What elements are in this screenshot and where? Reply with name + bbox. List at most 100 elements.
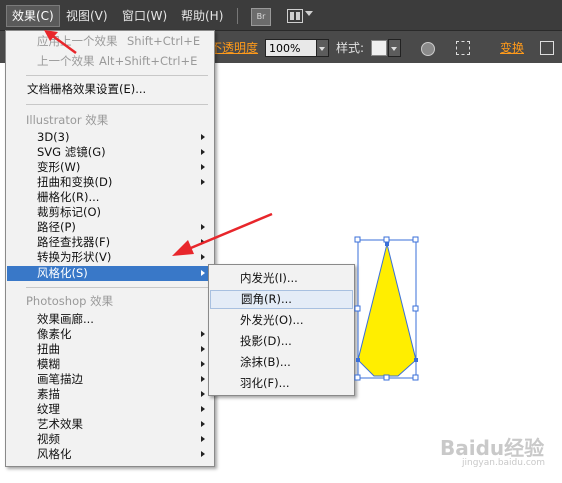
shortcut-label: Alt+Shift+Ctrl+E bbox=[99, 54, 198, 68]
menu-item-rasterize[interactable]: 栅格化(R)... bbox=[7, 190, 213, 205]
submenu-arrow-icon bbox=[201, 270, 205, 276]
submenu-arrow-icon bbox=[201, 376, 205, 382]
handle-top-right[interactable] bbox=[412, 236, 419, 243]
menu-item-svg-filters[interactable]: SVG 滤镜(G) bbox=[7, 145, 213, 160]
menu-item-3d[interactable]: 3D(3) bbox=[7, 130, 213, 145]
menu-item-label: 素描 bbox=[37, 387, 60, 401]
menu-item-label: 画笔描边 bbox=[37, 372, 83, 386]
menu-item-label: 变形(W) bbox=[37, 160, 81, 174]
menu-item-pixelate[interactable]: 像素化 bbox=[7, 327, 213, 342]
arrow-shaft bbox=[49, 32, 77, 55]
menu-item-label: 涂抹(B)... bbox=[240, 355, 291, 369]
menu-item-label: 转换为形状(V) bbox=[37, 250, 112, 264]
menu-item-label: SVG 滤镜(G) bbox=[37, 145, 106, 159]
menu-item-artistic[interactable]: 艺术效果 bbox=[7, 417, 213, 432]
menu-item-round-corners[interactable]: 圆角(R)... bbox=[210, 290, 353, 309]
menu-item-label: 像素化 bbox=[37, 327, 72, 341]
menu-item-doc-raster-settings[interactable]: 文档栅格效果设置(E)... bbox=[7, 82, 213, 97]
menu-item-label: 路径(P) bbox=[37, 220, 76, 234]
section-photoshop-effects: Photoshop 效果 bbox=[26, 294, 114, 308]
menu-item-warp[interactable]: 变形(W) bbox=[7, 160, 213, 175]
menu-divider bbox=[26, 104, 208, 105]
recolor-icon[interactable] bbox=[421, 42, 435, 56]
menu-item-label: 裁剪标记(O) bbox=[37, 205, 102, 219]
handle-bottom-left[interactable] bbox=[354, 374, 361, 381]
menu-view[interactable]: 视图(V) bbox=[61, 6, 113, 26]
anchor-point bbox=[385, 242, 389, 246]
arrow-shaft bbox=[185, 212, 273, 252]
handle-middle-right[interactable] bbox=[412, 305, 419, 312]
handle-bottom-right[interactable] bbox=[412, 374, 419, 381]
submenu-arrow-icon bbox=[201, 149, 205, 155]
menu-item-label: 效果画廊... bbox=[37, 312, 94, 326]
menu-item-label: 投影(D)... bbox=[240, 334, 292, 348]
menu-divider bbox=[26, 75, 208, 76]
handle-top-center[interactable] bbox=[383, 236, 390, 243]
watermark-url: jingyan.baidu.com bbox=[462, 458, 546, 468]
submenu-arrow-icon bbox=[201, 134, 205, 140]
opacity-dropdown[interactable] bbox=[316, 39, 329, 57]
chevron-down-icon[interactable] bbox=[305, 11, 313, 16]
menu-item-stylize-photoshop[interactable]: 风格化 bbox=[7, 447, 213, 462]
menu-item-stylize[interactable]: 风格化(S) bbox=[7, 266, 213, 281]
menu-item-feather[interactable]: 羽化(F)... bbox=[210, 376, 353, 391]
menu-item-outer-glow[interactable]: 外发光(O)... bbox=[210, 313, 353, 328]
style-swatch[interactable] bbox=[371, 40, 387, 56]
menu-item-texture[interactable]: 纹理 bbox=[7, 402, 213, 417]
selected-shape[interactable] bbox=[352, 236, 422, 384]
submenu-arrow-icon bbox=[201, 179, 205, 185]
menu-item-label: 栅格化(R)... bbox=[37, 190, 100, 204]
menu-item-label: 风格化(S) bbox=[37, 266, 88, 280]
submenu-arrow-icon bbox=[201, 451, 205, 457]
style-label: 样式: bbox=[336, 41, 365, 55]
menu-effect[interactable]: 效果(C) bbox=[6, 5, 60, 27]
menu-item-brush-strokes[interactable]: 画笔描边 bbox=[7, 372, 213, 387]
arrow-head bbox=[172, 240, 194, 256]
menu-item-blur[interactable]: 模糊 bbox=[7, 357, 213, 372]
menu-item-label: 扭曲和变换(D) bbox=[37, 175, 113, 189]
submenu-arrow-icon bbox=[201, 406, 205, 412]
menu-help[interactable]: 帮助(H) bbox=[176, 6, 228, 26]
submenu-arrow-icon bbox=[201, 361, 205, 367]
menu-item-distort-transform[interactable]: 扭曲和变换(D) bbox=[7, 175, 213, 190]
menu-item-label: 路径查找器(F) bbox=[37, 235, 111, 249]
menu-item-label: 文档栅格效果设置(E)... bbox=[27, 82, 147, 96]
menu-item-label: 模糊 bbox=[37, 357, 60, 371]
annotation-arrow-icon bbox=[172, 212, 273, 256]
handle-bottom-center[interactable] bbox=[383, 374, 390, 381]
submenu-arrow-icon bbox=[201, 436, 205, 442]
menu-item-inner-glow[interactable]: 内发光(I)... bbox=[210, 271, 353, 286]
menu-item-scribble[interactable]: 涂抹(B)... bbox=[210, 355, 353, 370]
opacity-input[interactable]: 100% bbox=[265, 39, 317, 57]
style-dropdown[interactable] bbox=[388, 39, 401, 57]
menu-item-label: 3D(3) bbox=[37, 130, 70, 144]
isolate-icon[interactable] bbox=[540, 41, 554, 55]
bridge-icon[interactable]: Br bbox=[251, 8, 271, 26]
menu-item-sketch[interactable]: 素描 bbox=[7, 387, 213, 402]
handle-middle-left[interactable] bbox=[354, 305, 361, 312]
menu-item-video[interactable]: 视频 bbox=[7, 432, 213, 447]
align-grid-icon[interactable] bbox=[456, 41, 470, 55]
menu-item-label: 视频 bbox=[37, 432, 60, 446]
menu-item-last-effect[interactable]: 上一个效果 Alt+Shift+Ctrl+E bbox=[7, 54, 213, 69]
transform-link[interactable]: 变换 bbox=[500, 39, 524, 56]
menu-item-label: 扭曲 bbox=[37, 342, 60, 356]
handle-top-left[interactable] bbox=[354, 236, 361, 243]
opacity-label[interactable]: 不透明度 bbox=[210, 39, 258, 56]
menu-item-apply-last-effect[interactable]: 应用上一个效果 Shift+Ctrl+E bbox=[7, 34, 213, 49]
section-illustrator-effects: Illustrator 效果 bbox=[26, 113, 109, 127]
menu-item-drop-shadow[interactable]: 投影(D)... bbox=[210, 334, 353, 349]
annotation-arrow-icon bbox=[44, 30, 77, 55]
menu-item-label: 风格化 bbox=[37, 447, 72, 461]
workspace-icon[interactable] bbox=[287, 9, 303, 23]
menu-window[interactable]: 窗口(W) bbox=[117, 6, 172, 26]
menu-item-label: 羽化(F)... bbox=[240, 376, 290, 390]
menu-item-distort[interactable]: 扭曲 bbox=[7, 342, 213, 357]
yellow-shape[interactable] bbox=[357, 243, 417, 377]
submenu-arrow-icon bbox=[201, 164, 205, 170]
menu-divider bbox=[26, 287, 208, 288]
menu-item-effect-gallery[interactable]: 效果画廊... bbox=[7, 312, 213, 327]
menu-item-label: 纹理 bbox=[37, 402, 60, 416]
submenu-arrow-icon bbox=[201, 331, 205, 337]
anchor-point bbox=[356, 358, 360, 362]
